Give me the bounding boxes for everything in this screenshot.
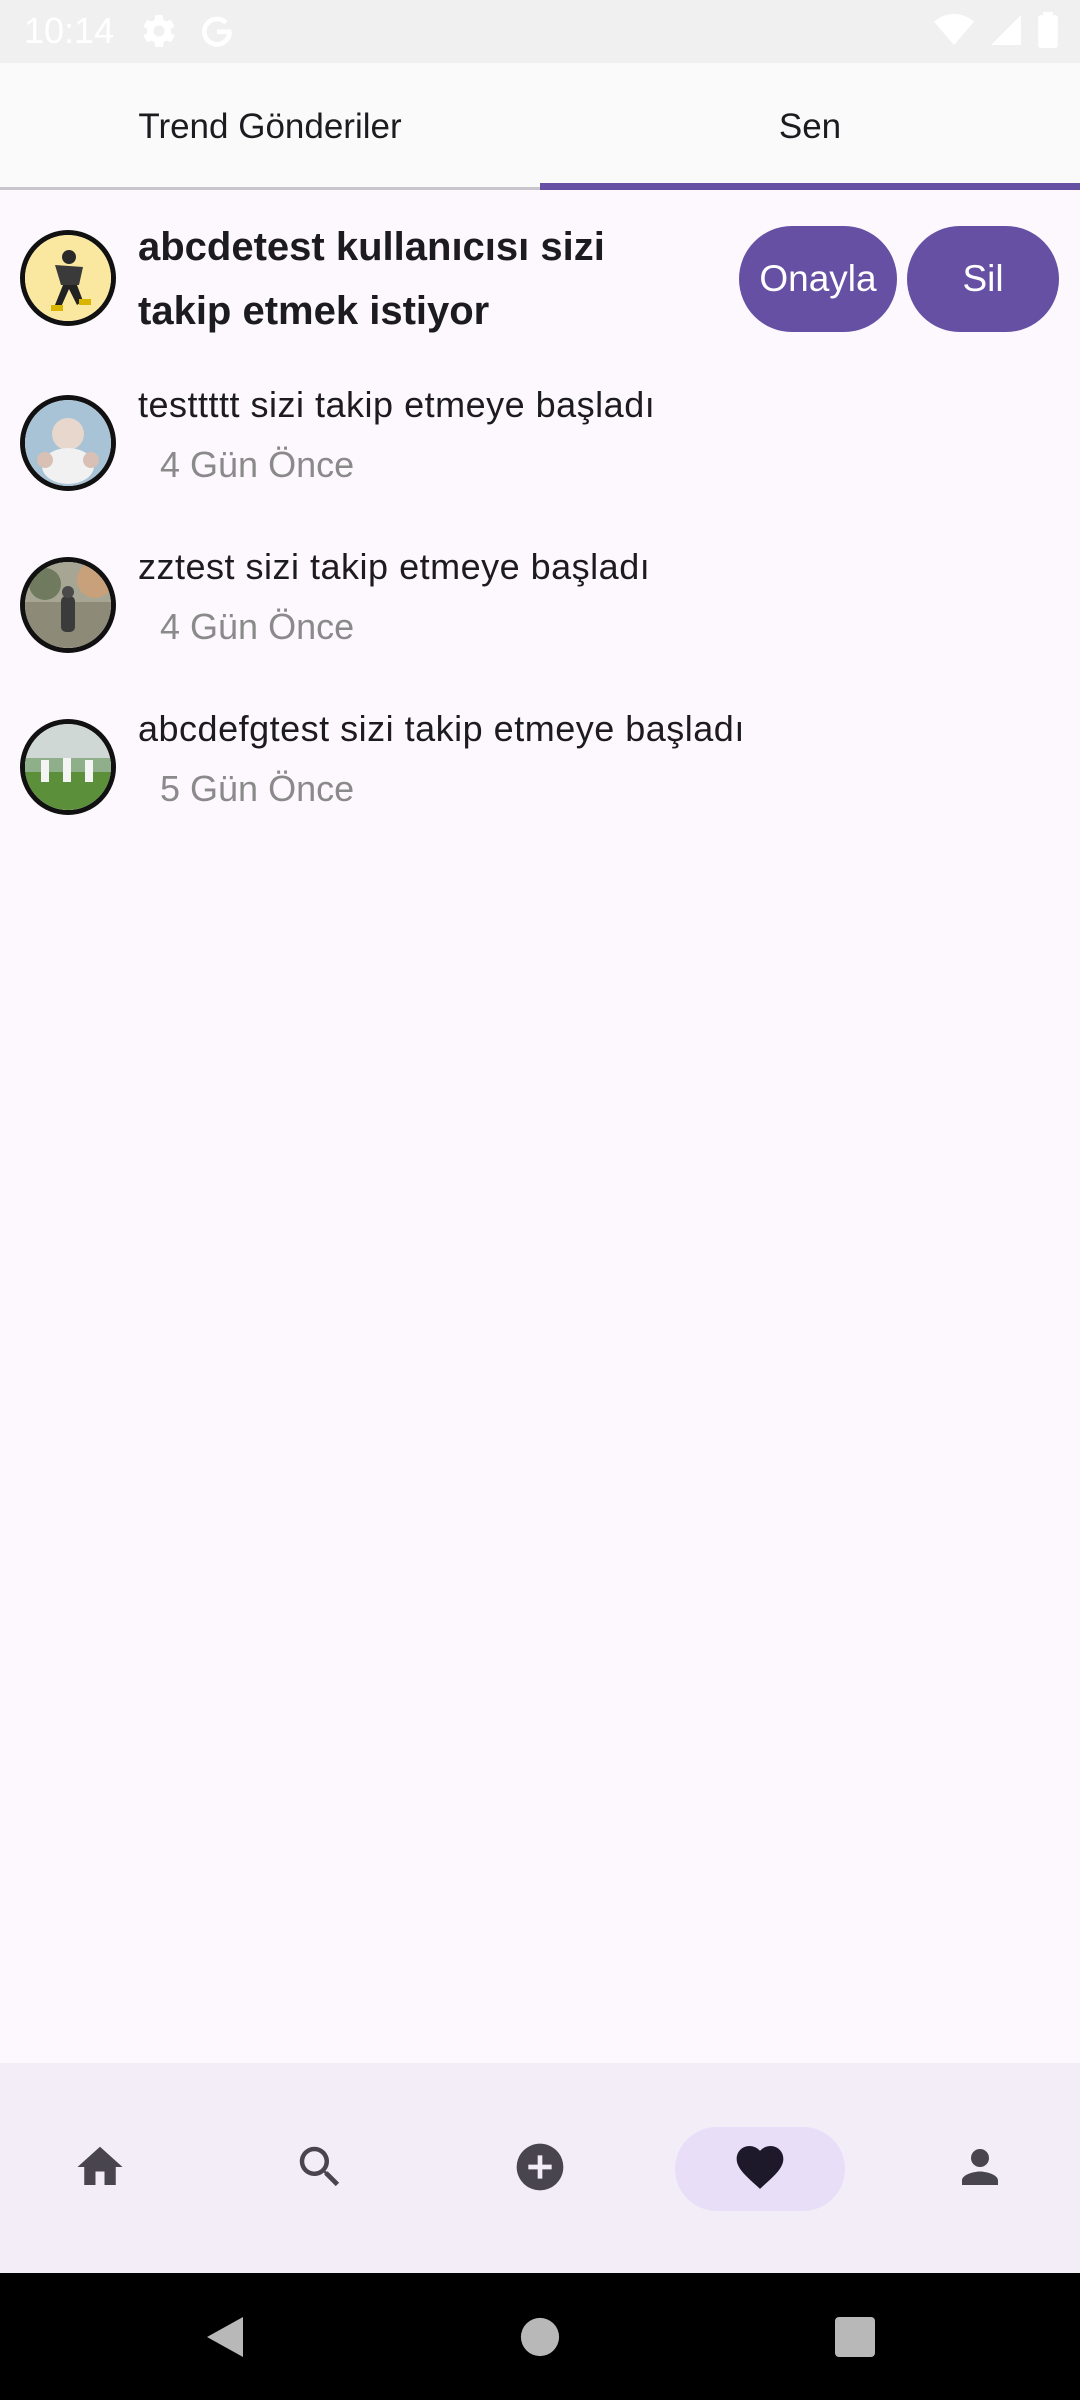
follow-request-text: abcdetest kullanıcısı sizi takip etmek i…	[138, 215, 718, 343]
nav-add-post[interactable]	[455, 2127, 625, 2211]
wifi-icon	[934, 12, 974, 53]
avatar[interactable]	[20, 395, 116, 491]
system-navigation-bar	[0, 2273, 1080, 2400]
list-item[interactable]: abcdefgtest sizi takip etmeye başladı 5 …	[0, 708, 1080, 838]
tab-bar: Trend Gönderiler Sen	[0, 63, 1080, 190]
status-bar: 10:14	[0, 0, 1080, 63]
avatar[interactable]	[20, 719, 116, 815]
delete-button[interactable]: Sil	[907, 226, 1059, 332]
search-icon	[293, 2140, 347, 2199]
avatar[interactable]	[20, 230, 116, 326]
notification-text: abcdefgtest sizi takip etmeye başladı	[138, 708, 745, 749]
notification-text: zztest sizi takip etmeye başladı	[138, 546, 651, 587]
add-circle-icon	[512, 2139, 568, 2200]
nav-activity[interactable]	[675, 2127, 845, 2211]
tab-trending-posts[interactable]: Trend Gönderiler	[0, 63, 540, 190]
list-item[interactable]: zztest sizi takip etmeye başladı 4 Gün Ö…	[0, 546, 1080, 676]
tab-indicator	[540, 183, 1080, 190]
back-icon[interactable]	[195, 2273, 255, 2400]
follow-request-line1: abcdetest kullanıcısı sizi	[138, 225, 605, 269]
home-button-icon[interactable]	[510, 2273, 570, 2400]
notification-time: 5 Gün Önce	[160, 768, 355, 809]
nav-profile[interactable]	[895, 2127, 1065, 2211]
google-icon	[198, 12, 236, 55]
tab-you[interactable]: Sen	[540, 63, 1080, 190]
settings-icon	[140, 12, 178, 55]
follow-request-row: abcdetest kullanıcısı sizi takip etmek i…	[0, 215, 1080, 345]
list-item[interactable]: testtttt sizi takip etmeye başladı 4 Gün…	[0, 384, 1080, 514]
bottom-navigation	[0, 2063, 1080, 2273]
battery-icon	[1038, 12, 1058, 53]
status-time: 10:14	[24, 10, 115, 51]
person-icon	[953, 2140, 1007, 2199]
notification-time: 4 Gün Önce	[160, 606, 355, 647]
recents-icon[interactable]	[825, 2273, 885, 2400]
nav-search[interactable]	[235, 2127, 405, 2211]
signal-icon	[988, 12, 1024, 53]
follow-request-line2: takip etmek istiyor	[138, 289, 490, 333]
heart-icon	[732, 2139, 788, 2200]
avatar[interactable]	[20, 557, 116, 653]
home-icon	[73, 2140, 127, 2199]
nav-home[interactable]	[15, 2127, 185, 2211]
notification-time: 4 Gün Önce	[160, 444, 355, 485]
approve-button[interactable]: Onayla	[739, 226, 897, 332]
notification-text: testtttt sizi takip etmeye başladı	[138, 384, 656, 425]
